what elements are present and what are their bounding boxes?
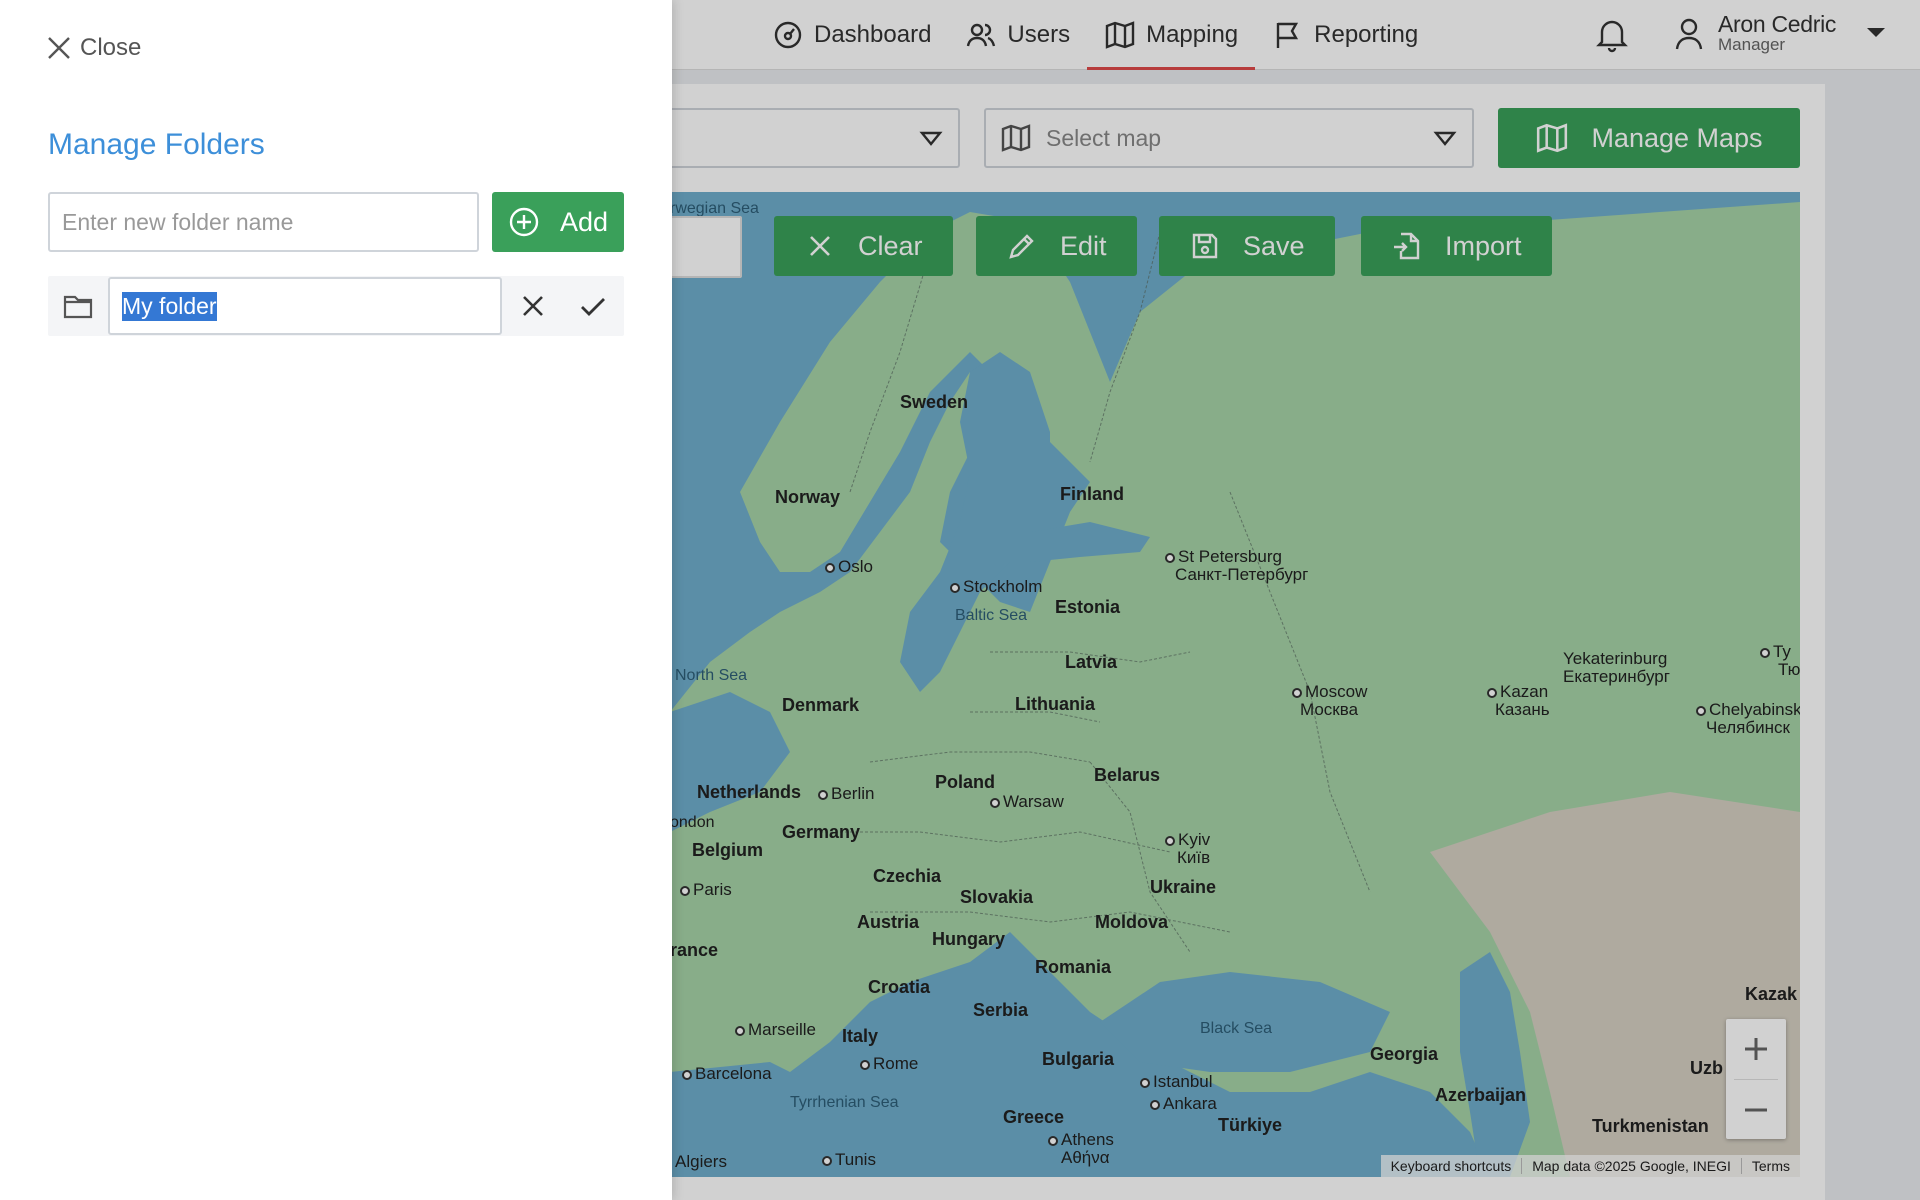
- plus-circle-icon: [509, 207, 539, 237]
- close-label: Close: [80, 34, 142, 61]
- close-icon: [48, 37, 70, 59]
- folder-name-selected-text: My folder: [122, 291, 217, 321]
- add-label: Add: [559, 206, 609, 237]
- add-folder-button[interactable]: Add: [492, 192, 624, 252]
- manage-folders-drawer: Close Manage Folders Add My folder: [0, 0, 672, 1200]
- folder-name-edit-input[interactable]: My folder: [108, 277, 502, 335]
- folder-row: My folder: [48, 276, 624, 336]
- new-folder-name-input[interactable]: [48, 192, 479, 252]
- confirm-edit-icon[interactable]: [578, 291, 608, 321]
- folder-icon: [63, 295, 93, 319]
- cancel-edit-icon[interactable]: [518, 291, 548, 321]
- close-button[interactable]: Close: [46, 34, 141, 62]
- drawer-title: Manage Folders: [48, 128, 265, 161]
